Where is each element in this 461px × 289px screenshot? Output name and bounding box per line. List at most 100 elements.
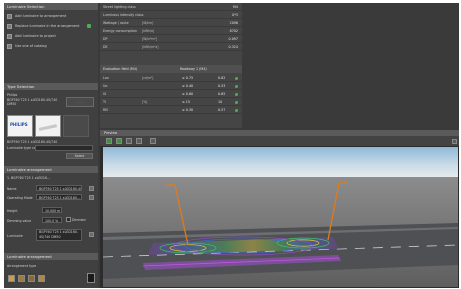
replace-luminaire-icon [7,23,12,29]
replace-luminaire-button[interactable]: Replace luminaire in the arrangement [7,22,93,30]
left-panel: Luminaire Selection Add luminaire to arr… [4,3,98,288]
app-window: Luminaire Selection Add luminaire to arr… [4,3,459,288]
luminaire-shape [38,124,58,131]
table-row: Luminous intensity class G*3 [100,11,242,19]
replace-luminaire-label: Replace luminaire in the arrangement [15,24,80,28]
luminaire-label: Luminaire [7,234,23,238]
fit-icon[interactable] [136,138,142,144]
add-project-icon [7,33,12,39]
empty-thumbnail[interactable] [63,115,89,137]
table-row: Energy consumption [kWh/a] 8702 [100,27,242,35]
row-unit: [W/lx*m²] [142,37,158,41]
3d-view-icon[interactable] [106,138,112,144]
pass-icon [235,100,238,104]
add-luminaire-icon [7,13,12,19]
luminaire-field[interactable]: BGP760 T25 1 xLED160-4S/740 DM50 [36,229,82,241]
3d-scene[interactable] [103,147,458,287]
type-item-name: Philips [7,93,18,97]
add-luminaire-label: Add luminaire to arrangement [15,14,67,18]
arrangement-header[interactable]: Luminaire arrangement [4,166,98,173]
catalog-icon [7,43,12,49]
row-actual: 0.57 [218,108,226,112]
single-row-icon[interactable] [8,275,15,282]
type-selection-header[interactable]: Type Selection [4,83,98,90]
operating-mode-icon[interactable] [89,195,94,200]
row-actual: 10 [218,100,223,104]
row-value: 2096 [229,21,238,25]
row-unit: [%] [142,100,148,104]
row-key: Street lighting class [103,5,136,9]
table-row: Wattage / route [W/km] 2096 [100,19,242,27]
pass-icon [235,108,238,112]
row-key: Lav [103,76,109,80]
plan-view-icon[interactable] [116,138,122,144]
row-value: G*3 [231,13,238,17]
operating-mode-label: Operating Mode [7,196,33,200]
table-row: Street lighting class M4 [100,3,242,11]
type-item-desc: BGP760 T25 1 xLED160-4S/740 DM50 [7,98,58,106]
row-key: Uo [103,84,108,88]
height-input[interactable]: 10.000 m [42,207,62,213]
type-caption: BGP760 T25 1 xLED160-4S/740 [7,140,58,144]
row-key: Luminous intensity class [103,13,144,17]
row-requirement: ≤ 15 [182,100,191,104]
row-actual: 0.65 [218,92,226,96]
add-to-project-button[interactable]: Add luminaire to project [7,32,93,40]
use-catalog-button[interactable]: Use one of catalog [7,42,93,50]
table-row: REI ≥ 0.30 0.57 [100,106,242,114]
row-unit: [W/km] [142,21,154,25]
operating-mode-select[interactable]: BGP760 T25 1 xLED160... [36,194,82,200]
table-row: Ul ≥ 0.60 0.65 [100,90,242,98]
empty-top-area [244,3,459,128]
type-placeholder-button[interactable]: · · · [66,97,94,107]
row-value: 0.324 [228,45,238,49]
type-code-input[interactable] [35,145,93,151]
row-actual: 0.53 [218,84,226,88]
luminaire-thumbnail[interactable] [35,115,61,137]
row-value: M4 [233,5,238,9]
dimming-checkbox[interactable] [66,217,71,222]
close-preview-icon[interactable] [452,139,457,144]
double-row-icon[interactable] [18,275,25,282]
opposite-icon[interactable] [28,275,35,282]
arrangement-type-label: Arrangement type [7,264,37,268]
row-actual: 0.82 [218,76,226,80]
row-key: Wattage / route [103,21,129,25]
check-icon [87,24,91,28]
row-key: DE [103,45,108,49]
dimming-label: Dimming value [7,219,32,223]
name-input[interactable]: BGP760 T25 1 xLED160-4S/... [36,185,82,191]
pass-icon [235,76,238,80]
zoom-icon[interactable] [126,138,132,144]
row-requirement: ≥ 0.40 [182,84,194,88]
delete-icon[interactable] [87,273,95,283]
row-value: 8702 [229,29,238,33]
row-key: TI [103,100,106,104]
roadway-label: Roadway 1 (M4) [180,67,207,71]
evaluation-header: Evaluation field (M4) Roadway 1 (M4) [100,65,242,73]
row-unit: [kWh/a] [142,29,155,33]
dimming-checkbox-label: Dimmed [72,218,86,222]
staggered-icon[interactable] [38,275,45,282]
camera-icon[interactable] [150,138,156,144]
row-key: Energy consumption [103,29,137,33]
add-to-project-label: Add luminaire to project [15,34,56,38]
evaluation-field-label: Evaluation field (M4) [103,67,138,71]
luminaire-selection-header[interactable]: Luminaire Selection [4,3,98,10]
add-luminaire-button[interactable]: Add luminaire to arrangement [7,12,93,20]
results-table: Street lighting class M4 Luminous intensi… [100,3,242,128]
table-row: DP [W/lx*m²] 0.097 [100,35,242,43]
arrangement-group[interactable]: 1. BGP760 T25 1 xLED16... [7,176,50,180]
dimming-input[interactable]: 100.0 % [42,217,62,223]
name-edit-icon[interactable] [89,186,94,191]
philips-logo-card[interactable]: PHILIPS [7,115,33,137]
pass-icon [235,84,238,88]
row-requirement: ≥ 0.75 [182,76,194,80]
table-row: Uo ≥ 0.40 0.53 [100,82,242,90]
name-label: Name [7,187,17,191]
luminaire-edit-icon[interactable] [89,232,94,237]
preview-panel: Preview [100,130,459,288]
row-unit: [cd/m²] [142,76,154,80]
select-button[interactable]: Select [66,153,93,159]
luminaire-arrangement-header[interactable]: Luminaire arrangement [4,253,98,260]
